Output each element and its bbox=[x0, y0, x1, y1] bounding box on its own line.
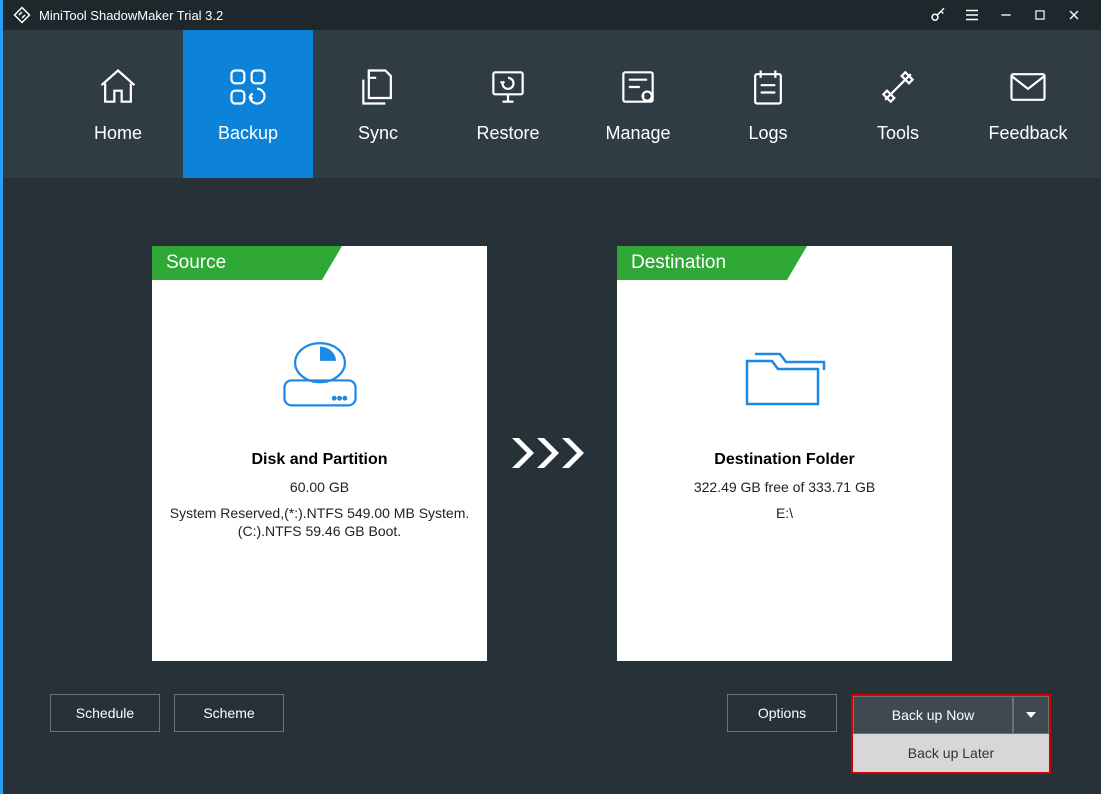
title-bar: MiniTool ShadowMaker Trial 3.2 bbox=[3, 0, 1101, 30]
source-detail2: (C:).NTFS 59.46 GB Boot. bbox=[152, 523, 487, 539]
backup-now-button[interactable]: Back up Now bbox=[853, 696, 1013, 734]
sync-icon bbox=[356, 65, 400, 109]
source-detail1: System Reserved,(*:).NTFS 549.00 MB Syst… bbox=[152, 505, 487, 521]
nav-label: Manage bbox=[605, 123, 670, 144]
source-header: Source bbox=[152, 246, 322, 280]
destination-title: Destination Folder bbox=[617, 451, 952, 469]
footer-bar: Schedule Scheme Options Back up Now Back… bbox=[0, 694, 1101, 774]
destination-path: E:\ bbox=[617, 505, 952, 521]
app-title: MiniTool ShadowMaker Trial 3.2 bbox=[39, 8, 223, 23]
maximize-button[interactable] bbox=[1023, 0, 1057, 30]
nav-feedback[interactable]: Feedback bbox=[963, 30, 1093, 178]
nav-tools[interactable]: Tools bbox=[833, 30, 963, 178]
arrows-icon bbox=[507, 433, 597, 473]
nav-restore[interactable]: Restore bbox=[443, 30, 573, 178]
destination-free: 322.49 GB free of 333.71 GB bbox=[617, 479, 952, 495]
app-logo-icon bbox=[13, 6, 31, 24]
nav-backup[interactable]: Backup bbox=[183, 30, 313, 178]
nav-sync[interactable]: Sync bbox=[313, 30, 443, 178]
schedule-button[interactable]: Schedule bbox=[50, 694, 160, 732]
backup-later-button[interactable]: Back up Later bbox=[853, 734, 1049, 772]
source-size: 60.00 GB bbox=[152, 479, 487, 495]
content-area: Source Disk and Partition 60.00 GB Syste… bbox=[3, 178, 1101, 698]
restore-icon bbox=[486, 65, 530, 109]
nav-label: Feedback bbox=[988, 123, 1067, 144]
scheme-button[interactable]: Scheme bbox=[174, 694, 284, 732]
logs-icon bbox=[746, 65, 790, 109]
key-icon[interactable] bbox=[921, 0, 955, 30]
disk-icon bbox=[152, 331, 487, 421]
options-button[interactable]: Options bbox=[727, 694, 837, 732]
backup-split-button: Back up Now Back up Later bbox=[851, 694, 1051, 774]
menu-icon[interactable] bbox=[955, 0, 989, 30]
nav-manage[interactable]: Manage bbox=[573, 30, 703, 178]
destination-header: Destination bbox=[617, 246, 787, 280]
destination-panel[interactable]: Destination Destination Folder 322.49 GB… bbox=[617, 246, 952, 661]
nav-label: Sync bbox=[358, 123, 398, 144]
tools-icon bbox=[876, 65, 920, 109]
manage-icon bbox=[616, 65, 660, 109]
backup-dropdown-button[interactable] bbox=[1013, 696, 1049, 734]
nav-logs[interactable]: Logs bbox=[703, 30, 833, 178]
backup-icon bbox=[226, 65, 270, 109]
nav-label: Restore bbox=[476, 123, 539, 144]
nav-label: Backup bbox=[218, 123, 278, 144]
main-nav: Home Backup Sync Restore Manage Logs Too… bbox=[3, 30, 1101, 178]
source-panel[interactable]: Source Disk and Partition 60.00 GB Syste… bbox=[152, 246, 487, 661]
close-button[interactable] bbox=[1057, 0, 1091, 30]
minimize-button[interactable] bbox=[989, 0, 1023, 30]
nav-label: Home bbox=[94, 123, 142, 144]
source-title: Disk and Partition bbox=[152, 451, 487, 469]
nav-label: Logs bbox=[748, 123, 787, 144]
folder-icon bbox=[617, 331, 952, 421]
feedback-icon bbox=[1006, 65, 1050, 109]
nav-label: Tools bbox=[877, 123, 919, 144]
caret-down-icon bbox=[1026, 712, 1036, 718]
home-icon bbox=[96, 65, 140, 109]
nav-home[interactable]: Home bbox=[53, 30, 183, 178]
